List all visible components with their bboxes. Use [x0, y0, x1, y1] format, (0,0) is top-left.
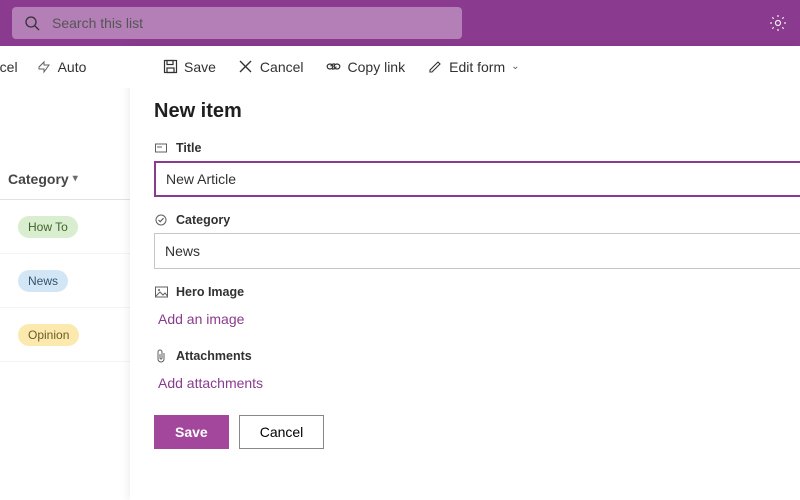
- copy-link-command[interactable]: Copy link: [326, 59, 406, 75]
- panel-footer: Save Cancel: [154, 415, 800, 449]
- column-header-label: Category: [8, 171, 69, 187]
- new-item-panel: Save Cancel Copy link Edit form ⌄ New it…: [130, 46, 800, 500]
- save-button[interactable]: Save: [154, 415, 229, 449]
- list-row[interactable]: Opinion: [0, 308, 130, 362]
- list-row[interactable]: News: [0, 254, 130, 308]
- chevron-down-icon: ⌄: [511, 61, 519, 72]
- automate-label: Auto: [58, 59, 87, 75]
- automate-icon: [36, 59, 52, 75]
- column-header-category[interactable]: Category ▾: [0, 158, 130, 200]
- close-icon: [238, 59, 254, 75]
- text-field-icon: [154, 141, 168, 155]
- panel-body: New item Title Category News: [130, 88, 800, 500]
- panel-title: New item: [154, 100, 800, 123]
- field-title: Title: [154, 141, 800, 197]
- title-label: Title: [176, 141, 201, 155]
- category-pill: How To: [18, 216, 78, 238]
- image-icon: [154, 285, 168, 299]
- search-box[interactable]: [12, 7, 462, 39]
- edit-form-label: Edit form: [449, 59, 505, 75]
- export-to-excel-button[interactable]: t to Excel: [0, 59, 18, 75]
- save-icon: [162, 59, 178, 75]
- title-input[interactable]: [154, 161, 800, 197]
- suite-header: [0, 0, 800, 46]
- category-pill: Opinion: [18, 324, 79, 346]
- panel-save-command[interactable]: Save: [162, 59, 216, 75]
- panel-save-label: Save: [184, 59, 216, 75]
- add-attachments-link[interactable]: Add attachments: [154, 369, 267, 397]
- search-icon: [22, 13, 42, 33]
- hero-label: Hero Image: [176, 285, 244, 299]
- attachment-icon: [154, 349, 168, 363]
- automate-button[interactable]: Auto: [36, 59, 87, 75]
- category-pill: News: [18, 270, 68, 292]
- copy-link-label: Copy link: [348, 59, 406, 75]
- export-label: t to Excel: [0, 59, 18, 75]
- edit-form-command[interactable]: Edit form ⌄: [427, 59, 519, 75]
- field-category: Category News: [154, 213, 800, 269]
- category-label: Category: [176, 213, 230, 227]
- list-row[interactable]: How To: [0, 200, 130, 254]
- add-image-link[interactable]: Add an image: [154, 305, 248, 333]
- edit-icon: [427, 59, 443, 75]
- attachments-label: Attachments: [176, 349, 252, 363]
- panel-cancel-label: Cancel: [260, 59, 304, 75]
- field-hero-image: Hero Image Add an image: [154, 285, 800, 333]
- settings-icon[interactable]: [768, 13, 788, 33]
- search-input[interactable]: [52, 15, 452, 31]
- cancel-button[interactable]: Cancel: [239, 415, 325, 449]
- list-background: Category ▾ How To News Opinion: [0, 88, 130, 500]
- list-command-bar: t to Excel Auto: [0, 46, 150, 88]
- panel-toolbar: Save Cancel Copy link Edit form ⌄: [130, 46, 800, 88]
- choice-icon: [154, 213, 168, 227]
- category-combobox[interactable]: News: [154, 233, 800, 269]
- link-icon: [326, 59, 342, 75]
- chevron-down-icon: ▾: [73, 173, 78, 184]
- category-value: News: [165, 243, 200, 259]
- panel-cancel-command[interactable]: Cancel: [238, 59, 304, 75]
- field-attachments: Attachments Add attachments: [154, 349, 800, 397]
